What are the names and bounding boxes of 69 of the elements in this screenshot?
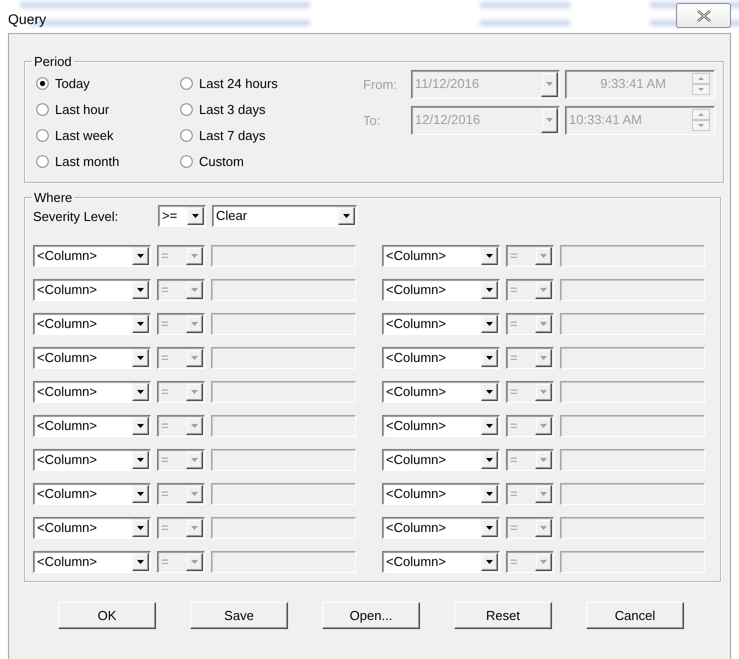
- caret-icon: [137, 458, 144, 462]
- radio-button[interactable]: Last week: [36, 122, 180, 148]
- caret-icon: [343, 214, 350, 218]
- close-button[interactable]: [676, 3, 731, 28]
- caret-icon: [540, 288, 547, 292]
- caret-icon: [486, 492, 493, 496]
- caret-icon: [137, 560, 144, 564]
- caret-icon: [486, 390, 493, 394]
- caret-icon: [486, 254, 493, 258]
- caret-icon: [191, 560, 198, 564]
- caret-icon: [137, 390, 144, 394]
- spinner-icon: [692, 109, 710, 131]
- caret-icon: [486, 458, 493, 462]
- dialog-button[interactable]: Save: [190, 602, 288, 629]
- caret-icon: [137, 356, 144, 360]
- radio-button[interactable]: Last 3 days: [180, 96, 330, 122]
- radio-button[interactable]: Last hour: [36, 96, 180, 122]
- dialog-button[interactable]: Open...: [322, 602, 420, 629]
- caret-icon: [540, 424, 547, 428]
- caret-icon: [137, 288, 144, 292]
- severity-dropdown[interactable]: Clear: [212, 205, 357, 227]
- close-icon: [696, 10, 712, 22]
- field-label: From:: [363, 76, 398, 92]
- radio-button[interactable]: Last 24 hours: [180, 70, 330, 96]
- caret-icon: [137, 254, 144, 258]
- caret-icon: [137, 492, 144, 496]
- caret-icon: [486, 356, 493, 360]
- operator-dropdown[interactable]: >=: [158, 205, 206, 227]
- group-legend: Period: [32, 54, 74, 69]
- radio-button[interactable]: Last 7 days: [180, 122, 330, 148]
- group-legend: Where: [32, 190, 74, 205]
- caret-icon: [191, 424, 198, 428]
- caret-icon: [540, 322, 547, 326]
- dialog-button[interactable]: Cancel: [586, 602, 684, 629]
- caret-icon: [540, 356, 547, 360]
- caret-icon: [191, 390, 198, 394]
- caret-icon: [486, 288, 493, 292]
- caret-icon: [191, 322, 198, 326]
- caret-icon: [137, 424, 144, 428]
- caret-icon: [192, 214, 199, 218]
- caret-icon: [486, 526, 493, 530]
- caret-icon: [191, 526, 198, 530]
- caret-icon: [137, 322, 144, 326]
- field-label: To:: [363, 112, 382, 128]
- caret-icon: [546, 118, 553, 122]
- caret-icon: [191, 356, 198, 360]
- caret-icon: [191, 288, 198, 292]
- caret-icon: [486, 322, 493, 326]
- caret-icon: [540, 254, 547, 258]
- spinner-icon: [692, 73, 710, 95]
- caret-icon: [191, 254, 198, 258]
- caret-icon: [486, 424, 493, 428]
- caret-icon: [540, 458, 547, 462]
- caret-icon: [540, 526, 547, 530]
- dialog-button[interactable]: Reset: [454, 602, 552, 629]
- field-label: Severity Level:: [33, 208, 120, 224]
- radio-button[interactable]: Today: [36, 70, 180, 96]
- caret-icon: [540, 560, 547, 564]
- radio-button[interactable]: Last month: [36, 148, 180, 174]
- caret-icon: [540, 390, 547, 394]
- dialog-button[interactable]: OK: [58, 602, 156, 629]
- caret-icon: [191, 458, 198, 462]
- caret-icon: [191, 492, 198, 496]
- window-title: Query: [8, 10, 46, 26]
- caret-icon: [540, 492, 547, 496]
- caret-icon: [486, 560, 493, 564]
- caret-icon: [546, 82, 553, 86]
- radio-button[interactable]: Custom: [180, 148, 330, 174]
- caret-icon: [137, 526, 144, 530]
